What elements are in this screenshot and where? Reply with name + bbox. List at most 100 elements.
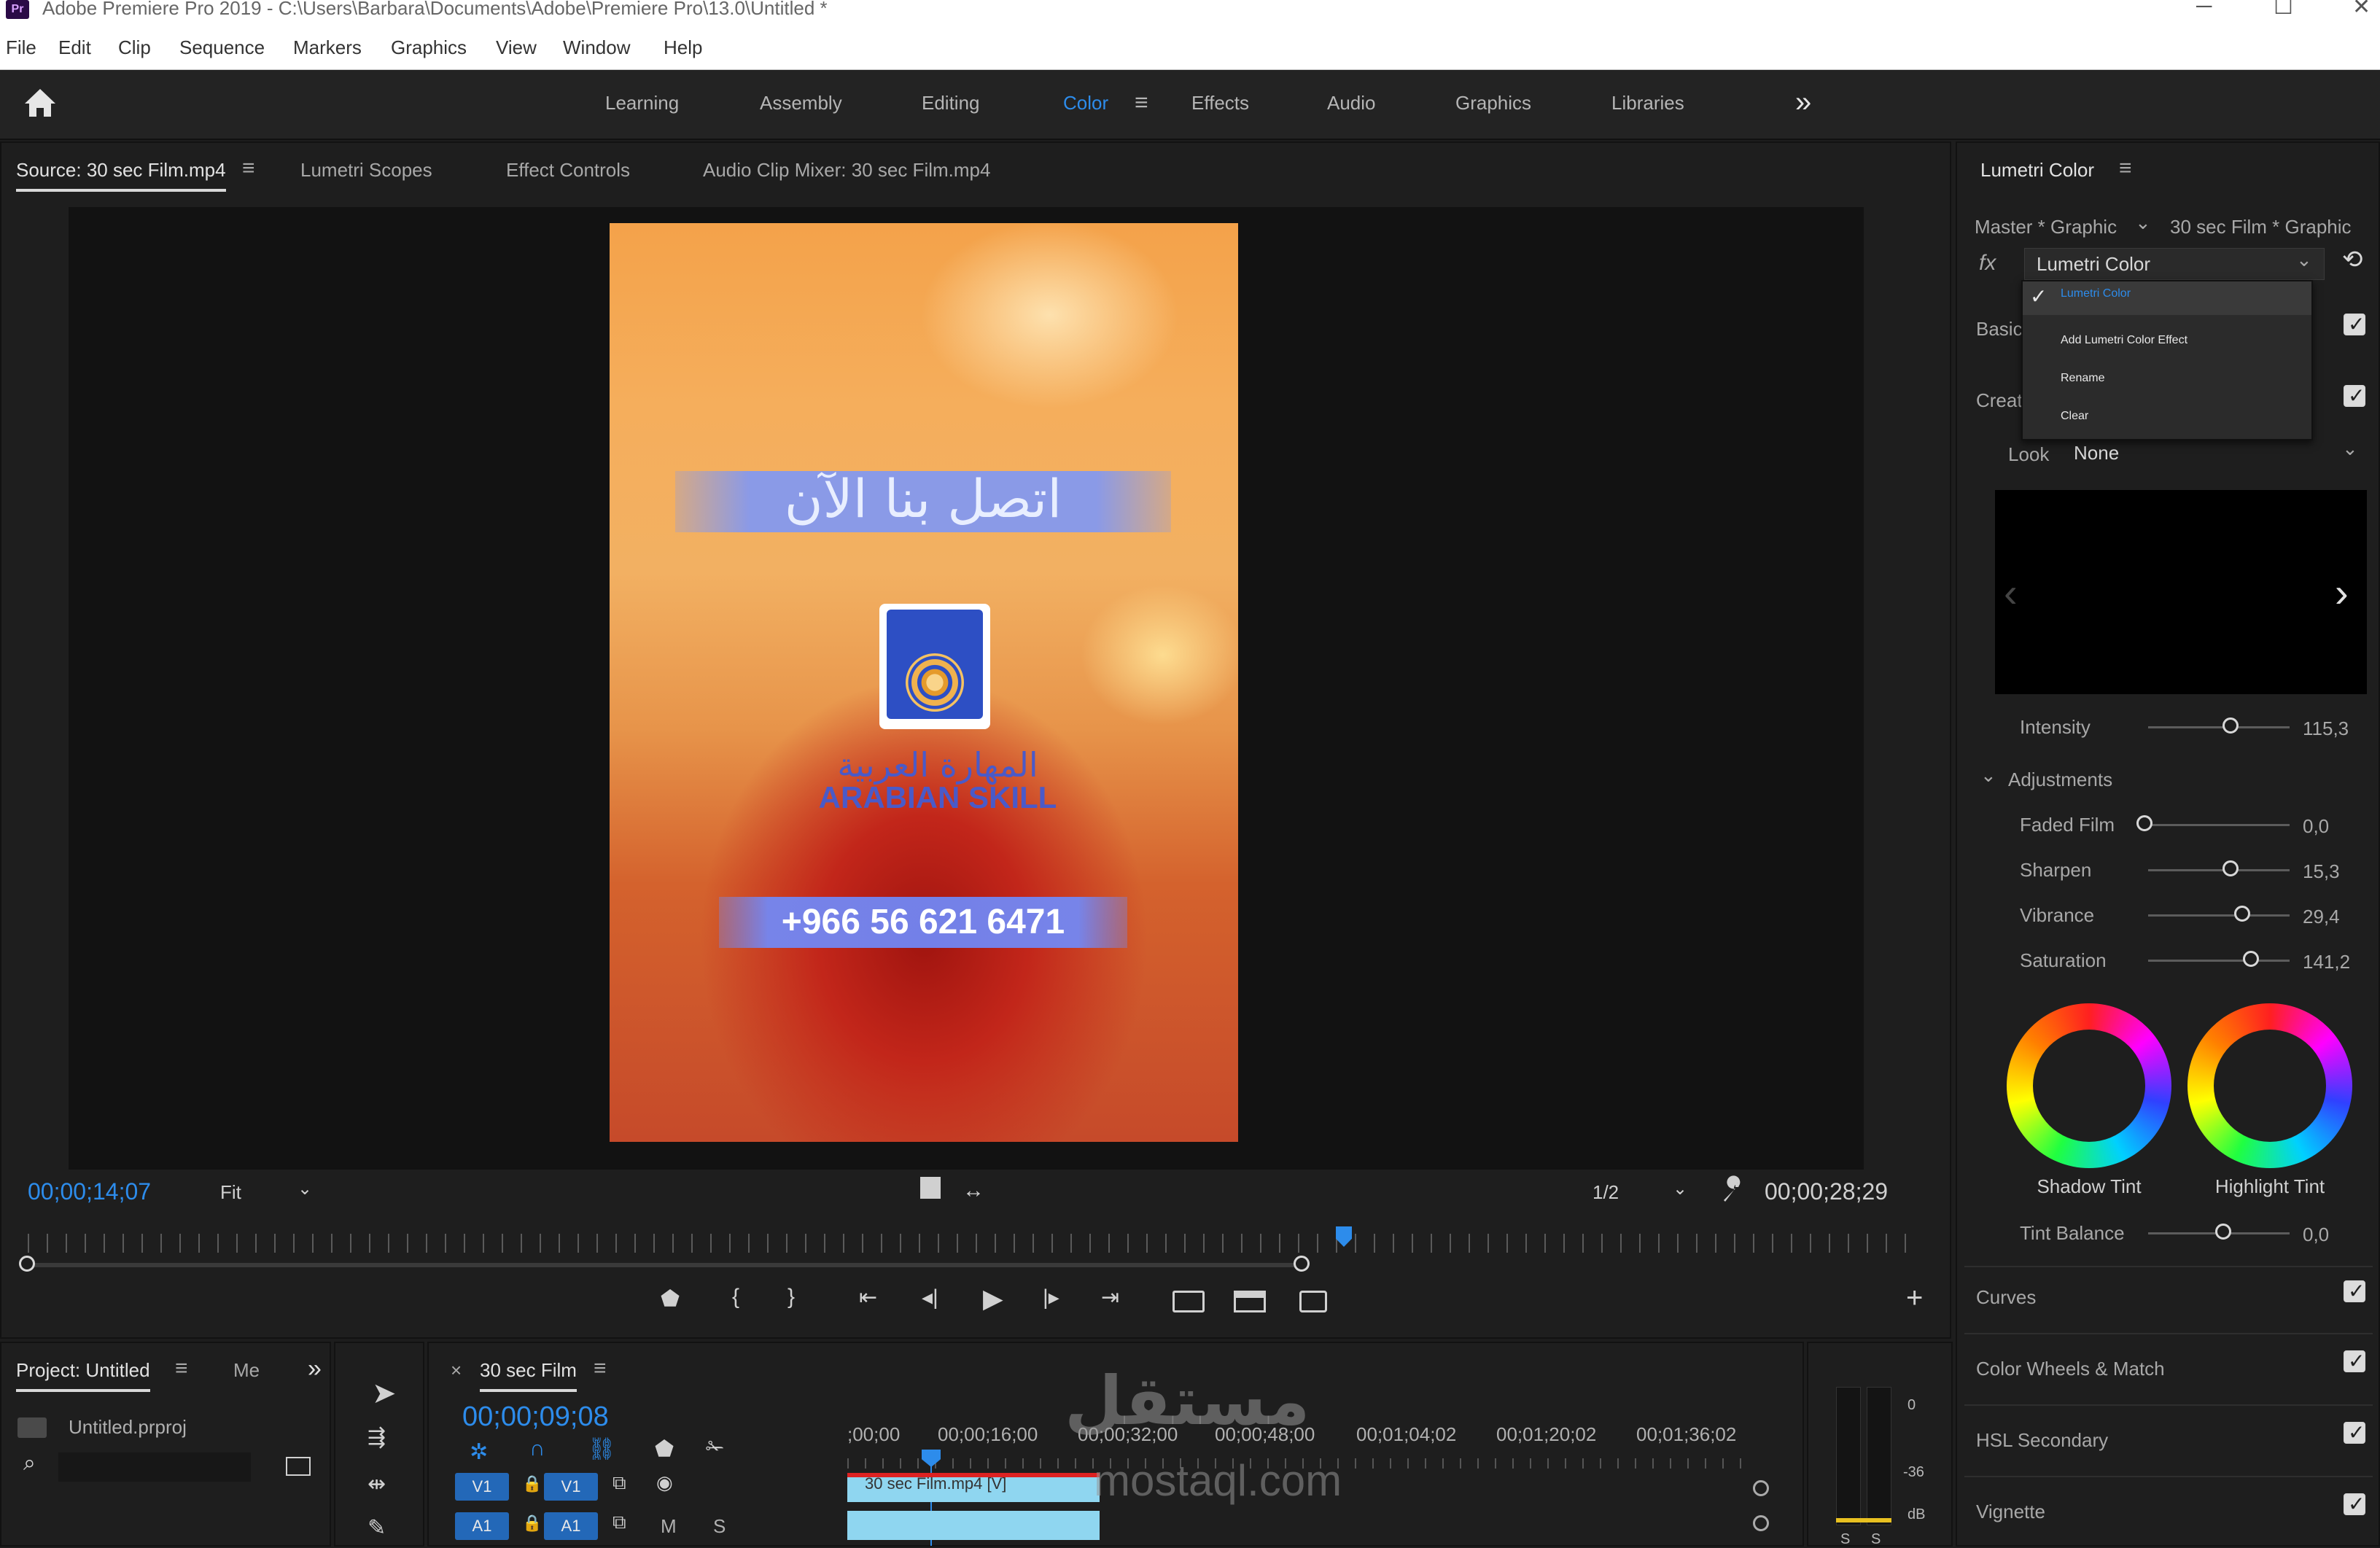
menu-help[interactable]: Help [664, 36, 702, 59]
track-v1[interactable]: V1 [544, 1473, 598, 1501]
dropdown-item-add-effect[interactable]: Add Lumetri Color Effect [2061, 334, 2188, 347]
look-preview[interactable] [1995, 490, 2367, 694]
adjustments-header[interactable]: Adjustments [2008, 769, 2112, 791]
mark-out-icon[interactable]: } [788, 1285, 795, 1310]
curves-checkbox[interactable] [2344, 1279, 2365, 1303]
saturation-value[interactable]: 141,2 [2303, 951, 2350, 973]
new-bin-icon[interactable] [286, 1457, 311, 1476]
vibrance-slider[interactable] [2148, 914, 2290, 917]
intensity-slider[interactable] [2148, 726, 2290, 728]
section-hsl-secondary[interactable]: HSL Secondary [1976, 1429, 2108, 1452]
vignette-checkbox[interactable] [2344, 1492, 2365, 1516]
time-ruler[interactable] [28, 1234, 1924, 1253]
vibrance-value[interactable]: 29,4 [2303, 906, 2340, 928]
current-timecode[interactable]: 00;00;14;07 [28, 1178, 151, 1205]
intensity-slider-knob[interactable] [2222, 717, 2239, 734]
chevron-down-icon[interactable]: ⌄ [2342, 437, 2358, 460]
panel-menu-icon[interactable]: ≡ [242, 156, 255, 181]
sharpen-slider-knob[interactable] [2222, 860, 2239, 876]
workspace-graphics[interactable]: Graphics [1455, 92, 1531, 114]
sync-lock-icon[interactable]: ⧉ [612, 1511, 626, 1534]
track-select-tool-icon[interactable]: ⇶ [368, 1425, 386, 1450]
play-icon[interactable]: ▶ [983, 1283, 1003, 1314]
basic-correction-checkbox[interactable] [2344, 312, 2365, 336]
workspace-assembly[interactable]: Assembly [760, 92, 842, 114]
panel-menu-icon[interactable]: ≡ [594, 1356, 607, 1381]
add-marker-icon[interactable]: ⬟ [655, 1436, 674, 1462]
highlight-tint-wheel[interactable] [2188, 1003, 2352, 1168]
workspace-learning[interactable]: Learning [605, 92, 679, 114]
source-patch-a1[interactable]: A1 [455, 1512, 509, 1540]
lumetri-panel-title[interactable]: Lumetri Color [1980, 159, 2094, 182]
go-to-out-icon[interactable]: ⇥ [1101, 1285, 1119, 1310]
insert-overwrite-icon[interactable]: ↔ [962, 1178, 984, 1203]
tint-balance-value[interactable]: 0,0 [2303, 1224, 2329, 1246]
dropdown-item-rename[interactable]: Rename [2061, 372, 2104, 385]
faded-film-slider[interactable] [2148, 824, 2290, 826]
go-to-in-icon[interactable]: ⇤ [859, 1285, 877, 1310]
step-back-icon[interactable]: ◂| [922, 1285, 938, 1310]
saturation-slider[interactable] [2148, 960, 2290, 962]
creative-checkbox[interactable] [2344, 384, 2365, 408]
faded-film-slider-knob[interactable] [2136, 815, 2152, 831]
tab-effect-controls[interactable]: Effect Controls [506, 159, 630, 182]
chevron-down-icon[interactable]: ⌄ [1980, 764, 1996, 787]
faded-film-value[interactable]: 0,0 [2303, 815, 2329, 838]
video-clip[interactable]: 30 sec Film.mp4 [V] [847, 1473, 1100, 1502]
menu-window[interactable]: Window [563, 36, 630, 59]
reset-icon[interactable]: ⟲ [2342, 245, 2363, 274]
menu-view[interactable]: View [496, 36, 537, 59]
menu-markers[interactable]: Markers [293, 36, 362, 59]
color-wheels-checkbox[interactable] [2344, 1349, 2365, 1373]
nest-toggle-icon[interactable]: ✲ [470, 1439, 488, 1465]
track-a1[interactable]: A1 [544, 1512, 598, 1540]
resolution-select[interactable]: 1/2 [1592, 1181, 1619, 1204]
workspace-overflow-icon[interactable]: » [1795, 86, 1811, 119]
razor-tool-icon[interactable]: ✎ [368, 1515, 386, 1541]
selection-tool-icon[interactable]: ➤ [372, 1377, 397, 1410]
step-forward-icon[interactable]: |▸ [1043, 1285, 1059, 1310]
menu-edit[interactable]: Edit [58, 36, 91, 59]
section-creative[interactable]: Creat [1976, 389, 2023, 412]
snap-icon[interactable]: ∩ [529, 1436, 545, 1461]
button-editor-icon[interactable]: + [1906, 1282, 1923, 1315]
tint-balance-slider-knob[interactable] [2215, 1224, 2231, 1240]
chevron-left-icon[interactable]: ‹ [2004, 569, 2018, 616]
lock-icon[interactable]: 🔒 [522, 1514, 542, 1533]
close-icon[interactable]: × [451, 1359, 462, 1382]
tab-audio-clip-mixer[interactable]: Audio Clip Mixer: 30 sec Film.mp4 [703, 159, 990, 182]
shadow-tint-wheel[interactable] [2007, 1003, 2171, 1168]
overwrite-icon[interactable] [1234, 1291, 1266, 1312]
zoom-select[interactable]: Fit [220, 1181, 241, 1204]
master-clip-label[interactable]: Master * Graphic [1975, 216, 2117, 238]
workspace-effects[interactable]: Effects [1191, 92, 1249, 114]
menu-file[interactable]: File [6, 36, 36, 59]
minimize-icon[interactable]: ─ [2196, 0, 2212, 19]
maximize-icon[interactable]: ☐ [2274, 0, 2293, 20]
close-icon[interactable]: ✕ [2352, 0, 2371, 20]
ripple-edit-tool-icon[interactable]: ⇹ [368, 1471, 386, 1497]
tab-source[interactable]: Source: 30 sec Film.mp4 [16, 159, 226, 192]
source-patch-v1[interactable]: V1 [455, 1473, 509, 1501]
sharpen-value[interactable]: 15,3 [2303, 860, 2340, 883]
workspace-color[interactable]: Color [1063, 92, 1108, 114]
mute-button[interactable]: M [661, 1515, 677, 1538]
saturation-slider-knob[interactable] [2243, 951, 2259, 967]
look-select[interactable]: None [2074, 442, 2119, 464]
zoom-scrollbar[interactable] [28, 1263, 1304, 1267]
workspace-editing[interactable]: Editing [922, 92, 980, 114]
tab-media-browser[interactable]: Me [233, 1359, 260, 1382]
section-vignette[interactable]: Vignette [1976, 1501, 2045, 1523]
menu-graphics[interactable]: Graphics [391, 36, 467, 59]
scrollbar-end-handle[interactable] [1294, 1256, 1310, 1272]
sharpen-slider[interactable] [2148, 869, 2290, 871]
add-marker-icon[interactable]: ⬟ [661, 1286, 680, 1312]
clip-instance-label[interactable]: 30 sec Film * Graphic [2170, 216, 2352, 238]
project-file-name[interactable]: Untitled.prproj [69, 1416, 187, 1439]
tab-sequence[interactable]: 30 sec Film [480, 1359, 577, 1392]
eye-icon[interactable]: ◉ [656, 1471, 673, 1494]
safe-margins-icon[interactable] [920, 1177, 941, 1199]
panel-menu-icon[interactable]: ≡ [2119, 156, 2132, 181]
lock-icon[interactable]: 🔒 [522, 1474, 542, 1493]
home-icon[interactable] [22, 86, 58, 120]
